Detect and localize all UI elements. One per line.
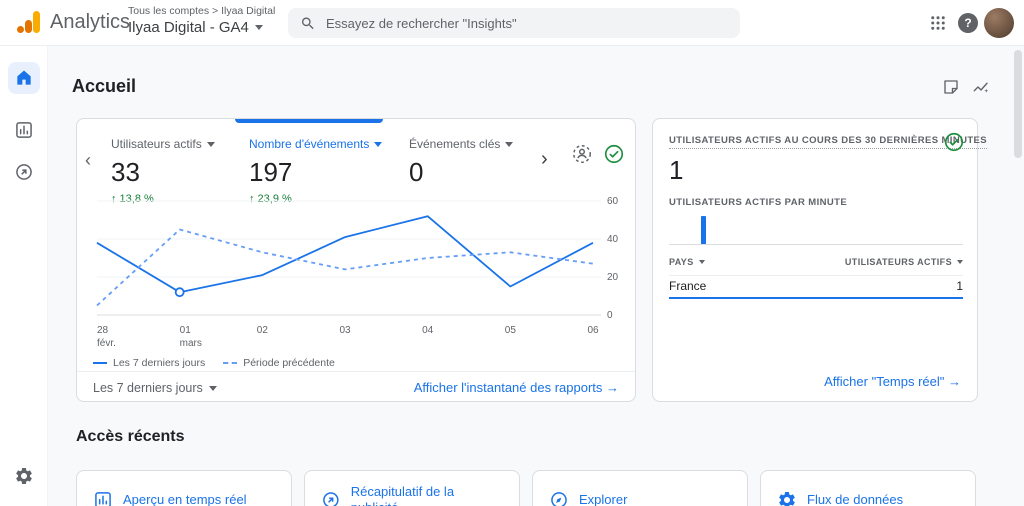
- chevron-down-icon: [254, 25, 263, 30]
- apps-grid-icon[interactable]: [926, 11, 950, 35]
- svg-text:20: 20: [607, 272, 619, 283]
- metric-value: 33: [111, 157, 140, 187]
- dropdown-caret-icon: [957, 260, 963, 264]
- dashed-line-swatch: [223, 362, 238, 364]
- reports-icon: [16, 122, 32, 138]
- sidebar-item-advertising[interactable]: [0, 150, 48, 194]
- recent-card-explore[interactable]: Explorer: [532, 470, 748, 506]
- dropdown-caret-icon: [698, 260, 705, 264]
- realtime-check-icon[interactable]: [943, 131, 965, 153]
- app-name: Analytics: [50, 10, 131, 33]
- home-icon: [17, 70, 31, 85]
- left-nav: [0, 46, 48, 506]
- country-column-header[interactable]: PAYS: [669, 257, 705, 267]
- recent-card-data-streams[interactable]: Flux de données: [760, 470, 976, 506]
- sidebar-item-admin[interactable]: [0, 454, 48, 498]
- data-streams-gear-icon: [779, 491, 795, 506]
- main-content: Accueil ‹ Utilisateurs actifs 33 ↑ 13,8 …: [48, 46, 1024, 506]
- analytics-logo-icon[interactable]: [16, 9, 42, 35]
- realtime-card: UTILISATEURS ACTIFS AU COURS DES 30 DERN…: [652, 118, 988, 402]
- country-cell: France: [669, 279, 707, 293]
- page-title: Accueil: [72, 76, 137, 96]
- account-switcher[interactable]: Tous les comptes > Ilyaa Digital Ilyaa D…: [128, 5, 275, 36]
- dropdown-caret-icon: [206, 141, 215, 147]
- overview-card: ‹ Utilisateurs actifs 33 ↑ 13,8 % Nombre…: [76, 118, 636, 402]
- help-icon[interactable]: ?: [956, 11, 980, 35]
- top-bar: Analytics Tous les comptes > Ilyaa Digit…: [0, 0, 1024, 46]
- svg-text:40: 40: [607, 234, 619, 245]
- svg-text:60: 60: [607, 196, 619, 207]
- gear-icon: [16, 467, 32, 484]
- recent-card-realtime-overview[interactable]: Aperçu en temps réel: [76, 470, 292, 506]
- sidebar-item-reports[interactable]: [0, 108, 48, 152]
- notepad-icon[interactable]: [940, 76, 962, 98]
- per-minute-label: UTILISATEURS ACTIFS PAR MINUTE: [669, 197, 848, 208]
- scrollbar-thumb[interactable]: [1014, 50, 1022, 158]
- table-row: France 1: [669, 279, 963, 293]
- sidebar-item-home[interactable]: [0, 56, 48, 100]
- realtime-link[interactable]: Afficher "Temps réel" →: [824, 374, 961, 389]
- trend-line-chart: 0 20 40 60: [96, 196, 619, 321]
- audience-comparison-icon[interactable]: [571, 143, 595, 167]
- realtime-active-users-value: 1: [669, 155, 684, 185]
- advertising-icon: [323, 492, 339, 506]
- solid-line-swatch: [93, 362, 107, 364]
- realtime-title: UTILISATEURS ACTIFS AU COURS DES 30 DERN…: [669, 135, 988, 149]
- metrics-next-icon[interactable]: ›: [541, 149, 548, 169]
- per-minute-bar-chart: [669, 211, 963, 245]
- recent-card-advertising-summary[interactable]: Récapitulatif de la publicité: [304, 470, 520, 506]
- realtime-table-header: PAYS UTILISATEURS ACTIFS: [669, 257, 963, 276]
- svg-text:0: 0: [607, 310, 613, 321]
- selected-metric-indicator: [235, 119, 383, 123]
- breadcrumb: Tous les comptes > Ilyaa Digital: [128, 5, 276, 17]
- divider: [77, 371, 635, 372]
- chart-x-axis-labels: 28 févr. 01 mars 02 03 04 05 06: [97, 325, 599, 349]
- dropdown-caret-icon: [374, 141, 383, 147]
- search-input[interactable]: [325, 15, 728, 31]
- dropdown-caret-icon: [208, 385, 217, 391]
- explore-compass-icon: [551, 492, 567, 506]
- avatar[interactable]: [984, 8, 1014, 38]
- reports-snapshot-link[interactable]: Afficher l'instantané des rapports →: [414, 380, 619, 395]
- advertising-icon: [16, 164, 32, 180]
- date-range-select[interactable]: Les 7 derniers jours: [93, 381, 217, 395]
- chart-legend: Les 7 derniers jours Période précédente: [93, 357, 335, 369]
- recent-access-title: Accès récents: [76, 428, 185, 445]
- search-bar[interactable]: [288, 8, 740, 38]
- users-column-header[interactable]: UTILISATEURS ACTIFS: [845, 257, 963, 267]
- row-value-bar: [669, 297, 963, 299]
- dropdown-caret-icon: [505, 141, 514, 147]
- search-icon: [301, 17, 314, 29]
- metrics-prev-icon[interactable]: ‹: [85, 151, 91, 169]
- data-quality-check-icon[interactable]: [603, 143, 627, 167]
- account-name: Ilyaa Digital - GA4: [128, 19, 249, 36]
- realtime-overview-icon: [95, 492, 111, 506]
- users-cell: 1: [956, 279, 963, 293]
- metric-value: 0: [409, 157, 424, 187]
- insights-icon[interactable]: [970, 76, 992, 98]
- metric-value: 197: [249, 157, 293, 187]
